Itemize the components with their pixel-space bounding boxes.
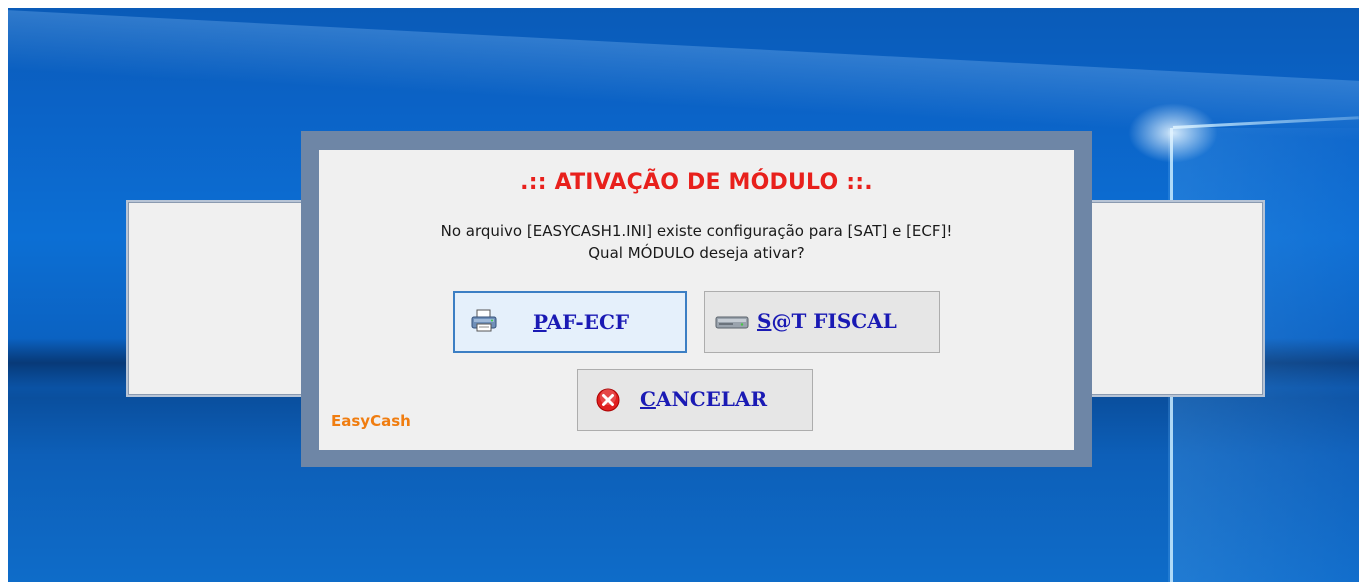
sat-fiscal-hotkey: S <box>757 309 772 333</box>
cancel-label: ANCELAR <box>655 387 768 411</box>
paf-ecf-button[interactable]: PAF-ECF <box>453 291 687 353</box>
wallpaper-window-top-edge <box>1172 116 1359 129</box>
cancel-hotkey: C <box>640 387 656 411</box>
message-line-2: Qual MÓDULO deseja ativar? <box>588 244 805 262</box>
dialog-message: No arquivo [EASYCASH1.INI] existe config… <box>319 220 1074 264</box>
cancel-icon <box>596 388 620 416</box>
sat-device-icon <box>715 314 749 334</box>
paf-ecf-label: AF-ECF <box>546 310 630 334</box>
message-line-1: No arquivo [EASYCASH1.INI] existe config… <box>440 222 953 240</box>
cancel-button[interactable]: CANCELAR <box>577 369 813 431</box>
paf-ecf-hotkey: P <box>533 310 547 334</box>
dialog-title: .:: ATIVAÇÃO DE MÓDULO ::. <box>520 170 873 195</box>
wallpaper-light-beam <box>8 8 1359 147</box>
sat-fiscal-label: @T FISCAL <box>771 309 897 333</box>
printer-icon <box>471 309 497 337</box>
sat-fiscal-button[interactable]: S@T FISCAL <box>704 291 940 353</box>
wallpaper-light-glow <box>1128 103 1218 163</box>
module-activation-dialog: .:: ATIVAÇÃO DE MÓDULO ::. No arquivo [E… <box>319 150 1074 450</box>
easycash-brand-label: EasyCash <box>331 412 411 430</box>
